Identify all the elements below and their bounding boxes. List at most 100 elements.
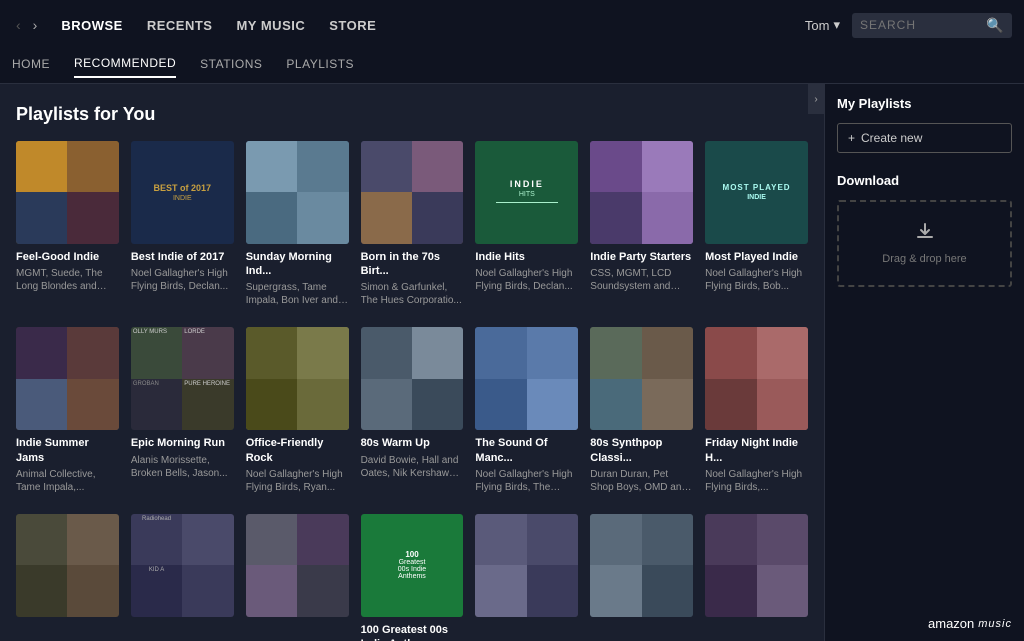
playlist-subtitle-4: Simon & Garfunkel, The Hues Corporatio..…: [361, 281, 464, 307]
playlist-cover-13: [590, 327, 693, 430]
playlist-title-5: Indie Hits: [475, 250, 578, 264]
playlist-item-14[interactable]: Friday Night Indie H... Noel Gallagher's…: [705, 327, 808, 493]
playlist-title-12: The Sound Of Manc...: [475, 436, 578, 465]
playlist-cover-16: Radiohead KID A: [131, 514, 234, 617]
playlist-item-7[interactable]: MOST PLAYED INDIE Most Played Indie Noel…: [705, 141, 808, 307]
playlist-cover-8: [16, 327, 119, 430]
playlist-subtitle-5: Noel Gallagher's High Flying Birds, Decl…: [475, 267, 578, 293]
toggle-chevron-icon: ›: [814, 94, 817, 105]
playlist-subtitle-7: Noel Gallagher's High Flying Birds, Bob.…: [705, 267, 808, 293]
nav-store[interactable]: STORE: [329, 18, 376, 33]
playlist-title-14: Friday Night Indie H...: [705, 436, 808, 465]
search-bar: 🔍: [852, 13, 1012, 38]
playlist-subtitle-14: Noel Gallagher's High Flying Birds,...: [705, 468, 808, 494]
playlist-item-17[interactable]: [246, 514, 349, 641]
playlist-item-6[interactable]: Indie Party Starters CSS, MGMT, LCD Soun…: [590, 141, 693, 307]
playlist-cover-20: [590, 514, 693, 617]
playlist-cover-18: 100 Greatest 00s Indie Anthems: [361, 514, 464, 617]
playlist-item-1[interactable]: Feel-Good Indie MGMT, Suede, The Long Bl…: [16, 141, 119, 307]
playlist-cover-2: BEST of 2017 INDIE: [131, 141, 234, 244]
playlist-cover-11: [361, 327, 464, 430]
playlist-item-8[interactable]: Indie Summer Jams Animal Collective, Tam…: [16, 327, 119, 493]
playlist-cover-10: [246, 327, 349, 430]
playlist-item-16[interactable]: Radiohead KID A: [131, 514, 234, 641]
user-name: Tom: [805, 18, 830, 33]
sidebar-toggle[interactable]: ›: [808, 84, 824, 114]
playlist-grid-row2: Indie Summer Jams Animal Collective, Tam…: [16, 327, 808, 493]
playlist-cover-14: [705, 327, 808, 430]
download-title: Download: [837, 173, 1012, 188]
playlist-item-21[interactable]: [705, 514, 808, 641]
drag-drop-label: Drag & drop here: [849, 253, 1000, 265]
sub-nav: HOME RECOMMENDED STATIONS PLAYLISTS: [0, 50, 1024, 84]
playlist-item-11[interactable]: 80s Warm Up David Bowie, Hall and Oates,…: [361, 327, 464, 493]
playlist-grid-row3: Radiohead KID A: [16, 514, 808, 641]
playlist-cover-1: [16, 141, 119, 244]
playlist-title-13: 80s Synthpop Classi...: [590, 436, 693, 465]
playlist-cover-5: INDIE HITS: [475, 141, 578, 244]
playlist-cover-7: MOST PLAYED INDIE: [705, 141, 808, 244]
user-chevron-icon: ▾: [833, 17, 840, 33]
playlist-item-12[interactable]: The Sound Of Manc... Noel Gallagher's Hi…: [475, 327, 578, 493]
playlist-title-1: Feel-Good Indie: [16, 250, 119, 264]
playlist-item-13[interactable]: 80s Synthpop Classi... Duran Duran, Pet …: [590, 327, 693, 493]
search-input[interactable]: [860, 18, 980, 32]
playlist-subtitle-8: Animal Collective, Tame Impala,...: [16, 468, 119, 494]
sub-nav-stations[interactable]: STATIONS: [200, 57, 262, 77]
music-wordmark: music: [978, 618, 1012, 630]
playlist-subtitle-2: Noel Gallagher's High Flying Birds, Decl…: [131, 267, 234, 293]
playlist-title-9: Epic Morning Run: [131, 436, 234, 450]
playlist-subtitle-12: Noel Gallagher's High Flying Birds, The …: [475, 468, 578, 494]
plus-icon: +: [848, 131, 855, 145]
playlist-subtitle-9: Alanis Morissette, Broken Bells, Jason..…: [131, 454, 234, 480]
playlist-item-19[interactable]: [475, 514, 578, 641]
playlist-item-4[interactable]: Born in the 70s Birt... Simon & Garfunke…: [361, 141, 464, 307]
create-new-button[interactable]: + Create new: [837, 123, 1012, 153]
search-icon[interactable]: 🔍: [986, 17, 1003, 34]
playlist-item-9[interactable]: OLLY MURS LORDE GROBAN PURE HEROINE Epic…: [131, 327, 234, 493]
playlist-item-10[interactable]: Office-Friendly Rock Noel Gallagher's Hi…: [246, 327, 349, 493]
nav-arrows: ‹ ›: [12, 13, 41, 37]
top-nav: ‹ › BROWSE RECENTS MY MUSIC STORE Tom ▾ …: [0, 0, 1024, 50]
playlist-cover-3: [246, 141, 349, 244]
playlist-title-11: 80s Warm Up: [361, 436, 464, 450]
playlist-item-18[interactable]: 100 Greatest 00s Indie Anthems 100 Great…: [361, 514, 464, 641]
top-nav-right: Tom ▾ 🔍: [805, 13, 1012, 38]
playlist-item-15[interactable]: [16, 514, 119, 641]
playlist-subtitle-1: MGMT, Suede, The Long Blondes and more: [16, 267, 119, 293]
playlist-item-3[interactable]: Sunday Morning Ind... Supergrass, Tame I…: [246, 141, 349, 307]
nav-recents[interactable]: RECENTS: [147, 18, 213, 33]
amazon-music-logo: amazon music: [928, 616, 1012, 631]
playlist-item-2[interactable]: BEST of 2017 INDIE Best Indie of 2017 No…: [131, 141, 234, 307]
download-icon: [849, 222, 1000, 247]
user-menu[interactable]: Tom ▾: [805, 17, 840, 33]
playlist-subtitle-11: David Bowie, Hall and Oates, Nik Kershaw…: [361, 454, 464, 480]
playlist-title-10: Office-Friendly Rock: [246, 436, 349, 465]
back-arrow[interactable]: ‹: [12, 13, 25, 37]
my-playlists-title: My Playlists: [837, 96, 1012, 111]
nav-browse[interactable]: BROWSE: [61, 18, 123, 33]
sub-nav-playlists[interactable]: PLAYLISTS: [286, 57, 354, 77]
playlist-cover-21: [705, 514, 808, 617]
playlist-subtitle-10: Noel Gallagher's High Flying Birds, Ryan…: [246, 468, 349, 494]
playlist-grid-row1: Feel-Good Indie MGMT, Suede, The Long Bl…: [16, 141, 808, 307]
sub-nav-recommended[interactable]: RECOMMENDED: [74, 56, 176, 78]
sub-nav-home[interactable]: HOME: [12, 57, 50, 77]
playlist-cover-17: [246, 514, 349, 617]
playlist-title-6: Indie Party Starters: [590, 250, 693, 264]
playlist-cover-6: [590, 141, 693, 244]
sidebar: My Playlists + Create new Download Drag …: [824, 84, 1024, 641]
playlist-subtitle-3: Supergrass, Tame Impala, Bon Iver and ..…: [246, 281, 349, 307]
drag-drop-area[interactable]: Drag & drop here: [837, 200, 1012, 287]
main-layout: Playlists for You Feel-Good Indie MGMT, …: [0, 84, 1024, 641]
playlist-title-4: Born in the 70s Birt...: [361, 250, 464, 279]
nav-my-music[interactable]: MY MUSIC: [236, 18, 305, 33]
main-nav: BROWSE RECENTS MY MUSIC STORE: [61, 18, 785, 33]
forward-arrow[interactable]: ›: [29, 13, 42, 37]
playlist-item-20[interactable]: [590, 514, 693, 641]
playlist-title-3: Sunday Morning Ind...: [246, 250, 349, 279]
playlist-item-5[interactable]: INDIE HITS Indie Hits Noel Gallagher's H…: [475, 141, 578, 307]
content-area: Playlists for You Feel-Good Indie MGMT, …: [0, 84, 824, 641]
playlist-title-2: Best Indie of 2017: [131, 250, 234, 264]
playlist-subtitle-6: CSS, MGMT, LCD Soundsystem and more: [590, 267, 693, 293]
